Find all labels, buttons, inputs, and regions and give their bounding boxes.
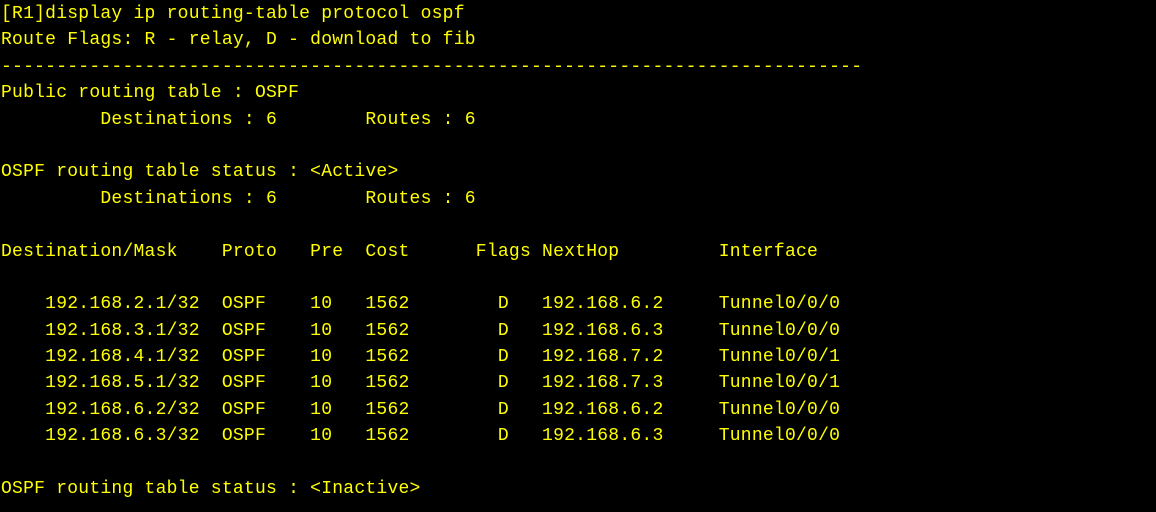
command-line: [R1]display ip routing-table protocol os…: [1, 4, 465, 24]
route-row: 192.168.5.1/32 OSPF 10 1562 D 192.168.7.…: [1, 373, 841, 394]
route-row: 192.168.6.3/32 OSPF 10 1562 D 192.168.6.…: [1, 426, 841, 447]
terminal-window[interactable]: [R1]display ip routing-table protocol os…: [0, 1, 1156, 512]
route-row: 192.168.6.2/32 OSPF 10 1562 D 192.168.6.…: [1, 399, 841, 420]
route-flags-line: Route Flags: R - relay, D - download to …: [1, 30, 476, 51]
route-row: 192.168.2.1/32 OSPF 10 1562 D 192.168.6.…: [1, 294, 841, 315]
separator-line: ----------------------------------------…: [1, 56, 863, 77]
public-summary-line: Destinations : 6 Routes : 6: [1, 109, 476, 130]
column-header-line: Destination/Mask Proto Pre Cost Flags Ne…: [1, 241, 819, 262]
public-table-header: Public routing table : OSPF: [1, 83, 300, 104]
route-row: 192.168.3.1/32 OSPF 10 1562 D 192.168.6.…: [1, 320, 841, 341]
inactive-status-line: OSPF routing table status : <Inactive>: [1, 479, 421, 500]
active-summary-line: Destinations : 6 Routes : 6: [1, 188, 476, 209]
active-status-line: OSPF routing table status : <Active>: [1, 162, 399, 183]
route-row: 192.168.4.1/32 OSPF 10 1562 D 192.168.7.…: [1, 347, 841, 368]
